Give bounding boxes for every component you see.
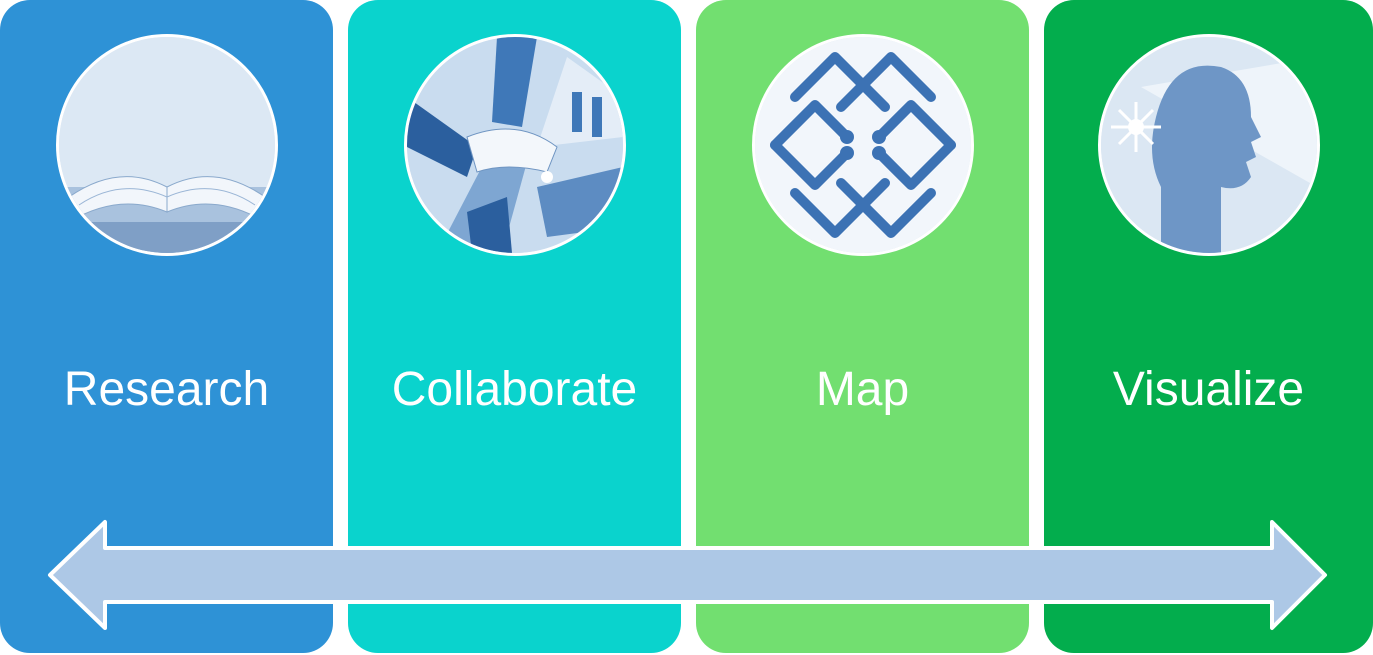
head-with-light-icon: [1097, 34, 1320, 256]
interlocking-network-icon: [751, 34, 974, 256]
stacked-hands-icon: [403, 34, 626, 256]
step-label: Visualize: [1112, 363, 1305, 416]
open-book-icon: [55, 34, 278, 256]
step-label: Research: [63, 363, 270, 416]
step-label: Map: [815, 363, 910, 416]
double-arrow: [48, 520, 1327, 630]
step-label: Collaborate: [391, 363, 638, 416]
